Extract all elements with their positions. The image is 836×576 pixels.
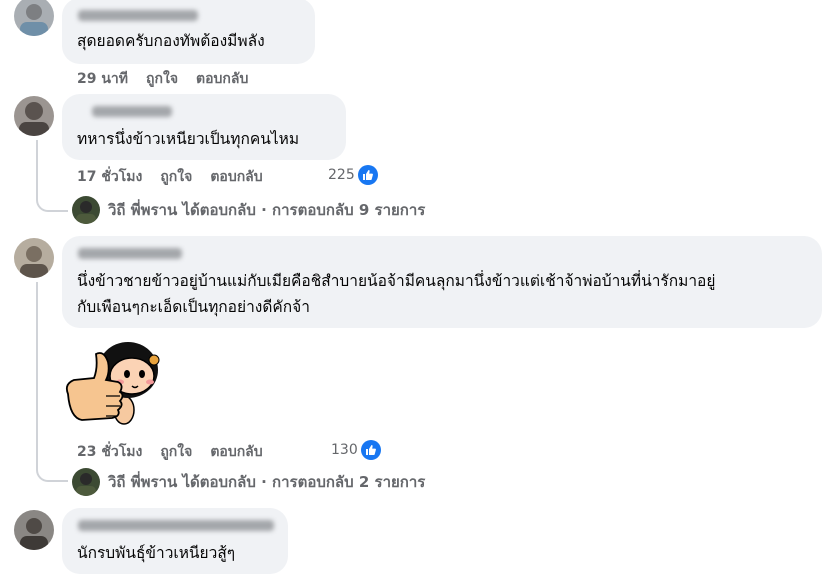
- comment-bubble: ทหารนึ่งข้าวเหนียวเป็นทุกคนไหม: [62, 94, 346, 160]
- view-replies[interactable]: วิถี พี่พราน ได้ตอบกลับ · การตอบกลับ 9 ร…: [72, 196, 425, 224]
- comment-text: สุดยอดครับกองทัพต้องมีพลัง: [77, 32, 265, 50]
- commenter-name-blurred[interactable]: [78, 248, 182, 259]
- reply-count-text: การตอบกลับ 2 รายการ: [272, 473, 426, 491]
- comment-bubble: นึ่งข้าวชายข้าวอยู่บ้านแม่กับเมียคือชิสำ…: [62, 236, 822, 328]
- commenter-name-blurred[interactable]: [78, 520, 274, 531]
- separator-dot: ·: [261, 201, 267, 219]
- commenter-avatar[interactable]: [14, 0, 54, 36]
- comment-actions: 23 ชั่วโมง ถูกใจ ตอบกลับ: [77, 441, 281, 463]
- comment-actions: 17 ชั่วโมง ถูกใจ ตอบกลับ: [77, 166, 281, 188]
- replier-avatar: [72, 468, 100, 496]
- thumbs-up-icon: [360, 440, 381, 460]
- comment-text: ทหารนึ่งข้าวเหนียวเป็นทุกคนไหม: [77, 130, 300, 148]
- replier-name: วิถี พี่พราน: [108, 473, 178, 491]
- comment-time[interactable]: 23 ชั่วโมง: [77, 444, 142, 460]
- reply-action-text: ได้ตอบกลับ: [182, 473, 256, 491]
- reply-count-text: การตอบกลับ 9 รายการ: [272, 201, 426, 219]
- reply-action-text: ได้ตอบกลับ: [182, 201, 256, 219]
- like-button[interactable]: ถูกใจ: [160, 169, 192, 185]
- commenter-avatar[interactable]: [14, 238, 54, 278]
- commenter-name-blurred[interactable]: [92, 106, 172, 117]
- view-replies[interactable]: วิถี พี่พราน ได้ตอบกลับ · การตอบกลับ 2 ร…: [72, 468, 425, 496]
- reply-button[interactable]: ตอบกลับ: [210, 169, 262, 185]
- comment-time[interactable]: 17 ชั่วโมง: [77, 169, 142, 185]
- thumbs-up-girl-sticker: [62, 334, 162, 434]
- thumbs-up-icon: [357, 165, 378, 185]
- replier-avatar: [72, 196, 100, 224]
- comment-actions: 29 นาที ถูกใจ ตอบกลับ: [77, 68, 266, 90]
- reaction-summary[interactable]: 225: [328, 165, 378, 185]
- separator-dot: ·: [261, 473, 267, 491]
- commenter-avatar[interactable]: [14, 96, 54, 136]
- like-button[interactable]: ถูกใจ: [146, 71, 178, 87]
- comment-text-line-1: นึ่งข้าวชายข้าวอยู่บ้านแม่กับเมียคือชิสำ…: [77, 272, 716, 290]
- reply-button[interactable]: ตอบกลับ: [196, 71, 248, 87]
- thread-line: [36, 140, 68, 212]
- reaction-summary[interactable]: 130: [331, 440, 381, 460]
- comment-text: นักรบพันธุ์ข้าวเหนียวสู้ๆ: [77, 544, 236, 562]
- replier-name: วิถี พี่พราน: [108, 201, 178, 219]
- comment-bubble: นักรบพันธุ์ข้าวเหนียวสู้ๆ: [62, 508, 288, 574]
- reaction-count: 130: [331, 442, 358, 458]
- like-button[interactable]: ถูกใจ: [160, 444, 192, 460]
- commenter-name-blurred[interactable]: [78, 10, 198, 21]
- commenter-avatar[interactable]: [14, 510, 54, 550]
- comment-bubble: สุดยอดครับกองทัพต้องมีพลัง: [62, 0, 315, 64]
- reply-button[interactable]: ตอบกลับ: [210, 444, 262, 460]
- reaction-count: 225: [328, 167, 355, 183]
- comment-time[interactable]: 29 นาที: [77, 71, 128, 87]
- comment-text-line-2: กับเพือนๆกะเอ็ดเป็นทุกอย่างดีคักจ้า: [77, 298, 310, 316]
